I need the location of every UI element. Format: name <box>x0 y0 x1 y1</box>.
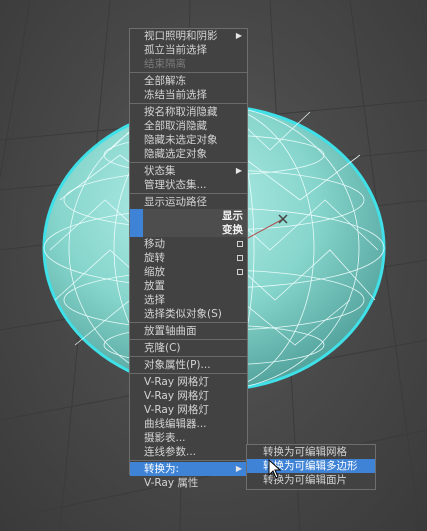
menu-item-label: V-Ray 属性 <box>144 477 199 489</box>
menu-item-convert-to[interactable]: 转换为: ▶ <box>130 462 247 476</box>
menu-item-curve-editor[interactable]: 曲线编辑器... <box>130 417 247 431</box>
menu-item-label: 冻结当前选择 <box>144 89 207 101</box>
menu-item-rotate[interactable]: 旋转 <box>130 251 247 265</box>
menu-item-select[interactable]: 选择 <box>130 293 247 307</box>
menu-separator <box>130 339 247 340</box>
menu-item-label: 全部解冻 <box>144 75 186 87</box>
menu-separator <box>130 460 247 461</box>
menu-separator <box>130 356 247 357</box>
arrow-cursor-icon <box>268 459 282 479</box>
menu-separator <box>130 193 247 194</box>
menu-separator <box>130 373 247 374</box>
menu-item-label: 转换为可编辑网格 <box>263 446 347 458</box>
menu-item-label: 放置轴曲面 <box>144 325 197 337</box>
menu-item-label: 全部取消隐藏 <box>144 120 207 132</box>
menu-item-scale[interactable]: 缩放 <box>130 265 247 279</box>
menu-item-label: V-Ray 网格灯 <box>144 376 209 388</box>
menu-item-label: 克隆(C) <box>144 342 181 354</box>
quad-menu: 视口照明和阴影 ▶ 孤立当前选择 结束隔离 全部解冻 冻结当前选择 按名称取消隐… <box>129 28 248 489</box>
quad-header-marker <box>130 223 143 237</box>
menu-item-vray-properties[interactable]: V-Ray 属性 <box>130 476 247 490</box>
menu-item-dope-sheet[interactable]: 摄影表... <box>130 431 247 445</box>
quad-header-transform: 变换 <box>130 223 247 237</box>
menu-separator <box>130 72 247 73</box>
menu-item-isolate-selection[interactable]: 孤立当前选择 <box>130 43 247 57</box>
menu-item-move[interactable]: 移动 <box>130 237 247 251</box>
menu-item-label: 放置 <box>144 280 165 292</box>
menu-separator <box>130 103 247 104</box>
menu-item-state-sets[interactable]: 状态集 ▶ <box>130 164 247 178</box>
menu-item-label: 转换为: <box>144 463 180 475</box>
menu-item-viewport-lighting[interactable]: 视口照明和阴影 ▶ <box>130 29 247 43</box>
submenu-arrow-icon: ▶ <box>235 31 242 40</box>
quad-header-marker <box>130 209 143 223</box>
menu-item-label: 选择类似对象(S) <box>144 308 222 320</box>
menu-item-label: V-Ray 网格灯 <box>144 404 209 416</box>
menu-item-hide-unselected[interactable]: 隐藏未选定对象 <box>130 133 247 147</box>
submenu-item-editable-patch[interactable]: 转换为可编辑面片 <box>247 473 375 487</box>
menu-item-label: 隐藏未选定对象 <box>144 134 218 146</box>
settings-box-icon[interactable] <box>237 255 243 261</box>
menu-item-label: 隐藏选定对象 <box>144 148 207 160</box>
convert-to-submenu: 转换为可编辑网格 转换为可编辑多边形 转换为可编辑面片 <box>246 444 376 490</box>
menu-item-unhide-by-name[interactable]: 按名称取消隐藏 <box>130 105 247 119</box>
menu-item-label: 摄影表... <box>144 432 186 444</box>
submenu-arrow-icon: ▶ <box>235 464 242 473</box>
menu-item-label: 视口照明和阴影 <box>144 30 218 42</box>
settings-box-icon[interactable] <box>237 241 243 247</box>
menu-item-label: V-Ray 网格灯 <box>144 390 209 402</box>
menu-item-label: 缩放 <box>144 266 165 278</box>
menu-item-select-similar[interactable]: 选择类似对象(S) <box>130 307 247 321</box>
menu-item-object-properties[interactable]: 对象属性(P)... <box>130 358 247 372</box>
menu-item-unhide-all[interactable]: 全部取消隐藏 <box>130 119 247 133</box>
menu-item-label: 曲线编辑器... <box>144 418 207 430</box>
submenu-item-editable-mesh[interactable]: 转换为可编辑网格 <box>247 445 375 459</box>
menu-item-vray-mesh-light-1[interactable]: V-Ray 网格灯 <box>130 375 247 389</box>
menu-item-show-motion-paths[interactable]: 显示运动路径 <box>130 195 247 209</box>
menu-item-label: 按名称取消隐藏 <box>144 106 218 118</box>
menu-item-label: 选择 <box>144 294 165 306</box>
menu-item-place[interactable]: 放置 <box>130 279 247 293</box>
submenu-item-editable-poly[interactable]: 转换为可编辑多边形 <box>247 459 375 473</box>
menu-item-label: 连线参数... <box>144 446 197 458</box>
settings-box-icon[interactable] <box>237 269 243 275</box>
menu-item-label: 对象属性(P)... <box>144 359 211 371</box>
menu-separator <box>130 162 247 163</box>
quad-header-display: 显示 <box>130 209 247 223</box>
menu-item-hide-selection[interactable]: 隐藏选定对象 <box>130 147 247 161</box>
menu-separator <box>130 322 247 323</box>
menu-item-label: 结束隔离 <box>144 58 186 70</box>
menu-item-wire-parameters[interactable]: 连线参数... <box>130 445 247 459</box>
menu-item-unfreeze-all[interactable]: 全部解冻 <box>130 74 247 88</box>
menu-item-vray-mesh-light-2[interactable]: V-Ray 网格灯 <box>130 389 247 403</box>
menu-item-clone[interactable]: 克隆(C) <box>130 341 247 355</box>
menu-item-manage-state-sets[interactable]: 管理状态集... <box>130 178 247 192</box>
menu-item-label: 管理状态集... <box>144 179 207 191</box>
menu-item-place-pivot-surface[interactable]: 放置轴曲面 <box>130 324 247 338</box>
quad-header-label: 变换 <box>222 224 243 236</box>
menu-item-end-isolate: 结束隔离 <box>130 57 247 71</box>
menu-item-label: 移动 <box>144 238 165 250</box>
quad-header-label: 显示 <box>222 210 243 222</box>
menu-item-freeze-selection[interactable]: 冻结当前选择 <box>130 88 247 102</box>
menu-item-vray-mesh-light-3[interactable]: V-Ray 网格灯 <box>130 403 247 417</box>
submenu-arrow-icon: ▶ <box>235 166 242 175</box>
menu-item-label: 旋转 <box>144 252 165 264</box>
menu-item-label: 状态集 <box>144 165 176 177</box>
menu-item-label: 显示运动路径 <box>144 196 207 208</box>
menu-item-label: 孤立当前选择 <box>144 44 207 56</box>
